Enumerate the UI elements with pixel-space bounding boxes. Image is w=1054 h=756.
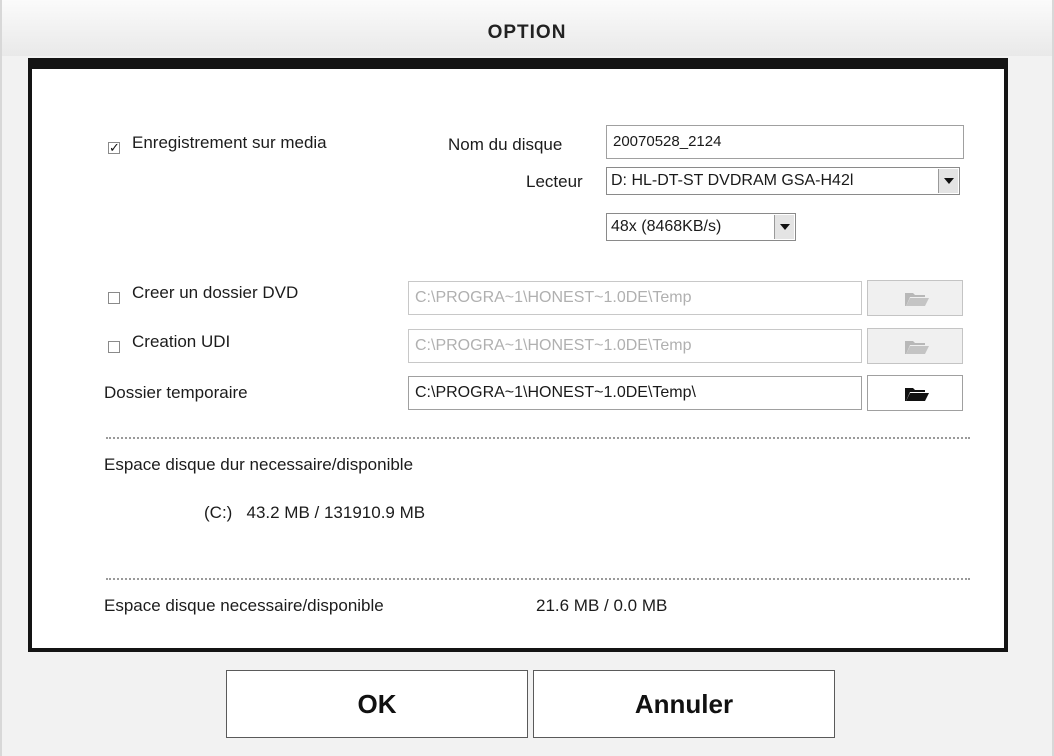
chevron-down-icon[interactable]: [774, 215, 794, 239]
disc-name-label: Nom du disque: [448, 135, 563, 154]
udi-path-input[interactable]: C:\PROGRA~1\HONEST~1.0DE\Temp: [408, 329, 862, 363]
drive-label: Lecteur: [526, 172, 583, 191]
record-media-label: Enregistrement sur media: [132, 133, 327, 152]
dvd-folder-path-input[interactable]: C:\PROGRA~1\HONEST~1.0DE\Temp: [408, 281, 862, 315]
disc-space-value: 21.6 MB / 0.0 MB: [536, 596, 668, 615]
option-dialog: OPTION ✓ Enregistrement sur media Nom du…: [0, 0, 1054, 756]
dialog-title: OPTION: [487, 22, 567, 43]
disc-name-input[interactable]: 20070528_2124: [606, 125, 964, 159]
speed-select-value: 48x (8468KB/s): [611, 218, 722, 235]
udi-label: Creation UDI: [132, 332, 231, 351]
folder-icon: [905, 388, 929, 401]
udi-browse-button[interactable]: [867, 328, 963, 364]
dvd-folder-browse-button[interactable]: [867, 280, 963, 316]
udi-checkbox[interactable]: [108, 341, 120, 353]
hdd-space-value: (C:) 43.2 MB / 131910.9 MB: [204, 503, 426, 522]
folder-icon: [905, 293, 929, 306]
separator: [106, 578, 970, 580]
title-bar: OPTION: [2, 0, 1052, 56]
separator: [106, 437, 970, 439]
folder-icon: [905, 341, 929, 354]
temp-folder-path-input[interactable]: C:\PROGRA~1\HONEST~1.0DE\Temp\: [408, 376, 862, 410]
speed-select[interactable]: 48x (8468KB/s): [606, 213, 796, 241]
dvd-folder-checkbox[interactable]: [108, 292, 120, 304]
temp-folder-browse-button[interactable]: [867, 375, 963, 411]
temp-folder-label: Dossier temporaire: [104, 383, 248, 402]
checkmark-icon: ✓: [109, 140, 120, 155]
hdd-space-label: Espace disque dur necessaire/disponible: [104, 455, 414, 474]
chevron-down-icon[interactable]: [938, 169, 958, 193]
drive-select[interactable]: D: HL-DT-ST DVDRAM GSA-H42l: [606, 167, 960, 195]
disc-space-label: Espace disque necessaire/disponible: [104, 596, 384, 615]
record-media-checkbox[interactable]: ✓: [108, 140, 120, 155]
ok-button[interactable]: OK: [226, 670, 528, 738]
dvd-folder-label: Creer un dossier DVD: [132, 283, 299, 302]
options-panel: ✓ Enregistrement sur media Nom du disque…: [28, 58, 1008, 652]
drive-select-value: D: HL-DT-ST DVDRAM GSA-H42l: [611, 172, 854, 189]
cancel-button[interactable]: Annuler: [533, 670, 835, 738]
